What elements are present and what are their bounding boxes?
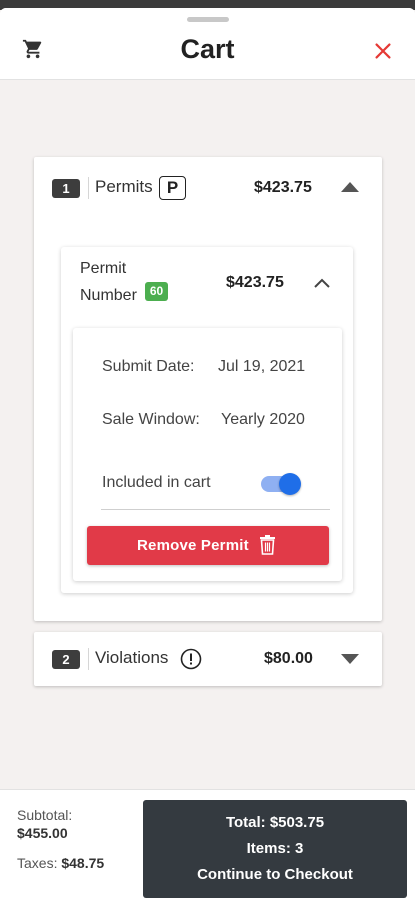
- violations-price: $80.00: [264, 650, 313, 667]
- submit-date-label: Submit Date:: [102, 358, 195, 375]
- included-in-cart-label: Included in cart: [102, 474, 211, 491]
- separator: [88, 648, 89, 670]
- continue-to-checkout-button[interactable]: Total: $503.75 Items: 3 Continue to Chec…: [143, 800, 407, 898]
- permit-title-line2: Number: [80, 287, 137, 304]
- permits-count-badge: 1: [52, 179, 80, 198]
- violations-count-badge: 2: [52, 650, 80, 669]
- drag-handle[interactable]: [187, 17, 229, 22]
- permits-label: Permits: [95, 177, 153, 196]
- violations-section[interactable]: [34, 632, 382, 686]
- permit-price: $423.75: [226, 274, 284, 291]
- subtotal-label: Subtotal:: [17, 807, 73, 823]
- parking-icon: P: [159, 176, 186, 200]
- trash-icon: [260, 535, 275, 555]
- violations-label: Violations: [95, 648, 169, 667]
- toggle-knob[interactable]: [279, 473, 301, 495]
- collapse-permits-caret-icon[interactable]: [341, 182, 359, 192]
- remove-permit-button[interactable]: Remove Permit: [87, 526, 329, 565]
- permit-number-badge: 60: [145, 282, 168, 301]
- submit-date-value: Jul 19, 2021: [218, 358, 306, 375]
- sale-window-label: Sale Window:: [102, 411, 200, 428]
- subtotal-value: $455.00: [17, 825, 68, 841]
- alert-circle-icon: [180, 648, 202, 670]
- close-icon[interactable]: [372, 40, 394, 62]
- cart-header: Cart: [0, 8, 415, 80]
- checkout-items: Items: 3: [246, 840, 304, 857]
- separator: [88, 177, 89, 199]
- page-title: Cart: [180, 34, 235, 64]
- permits-price: $423.75: [254, 179, 312, 196]
- taxes-row: Taxes: $48.75: [17, 855, 104, 871]
- checkout-action: Continue to Checkout: [197, 866, 353, 883]
- taxes-label: Taxes:: [17, 855, 58, 871]
- sale-window-value: Yearly 2020: [221, 411, 305, 428]
- checkout-total: Total: $503.75: [225, 814, 325, 831]
- remove-permit-label: Remove Permit: [137, 537, 249, 554]
- expand-violations-caret-icon[interactable]: [341, 654, 359, 664]
- chevron-up-icon[interactable]: [313, 276, 331, 290]
- taxes-value: $48.75: [61, 855, 105, 871]
- permit-title-line1: Permit: [80, 260, 127, 277]
- divider: [101, 509, 330, 510]
